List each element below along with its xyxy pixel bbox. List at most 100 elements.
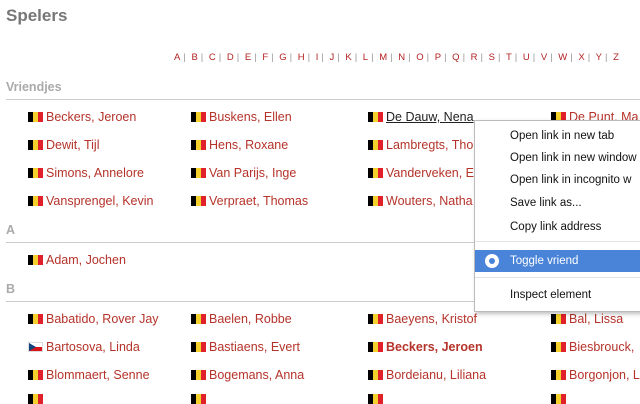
player-link[interactable]: Beckers, Jeroen [28, 110, 136, 124]
player-link[interactable]: Hens, Roxane [191, 138, 288, 152]
player-link[interactable]: Bastiaens, Evert [191, 340, 300, 354]
player-link-partial[interactable] [551, 394, 569, 404]
alpha-l[interactable]: L [363, 52, 368, 63]
belgium-flag-icon [191, 196, 206, 206]
player-link[interactable]: Vansprengel, Kevin [28, 194, 153, 208]
alpha-a[interactable]: A [174, 52, 180, 63]
alpha-x[interactable]: X [578, 52, 584, 63]
belgium-flag-icon [28, 196, 43, 206]
player-link[interactable]: Bal, Lissa [551, 312, 623, 326]
belgium-flag-icon [368, 314, 383, 324]
alpha-y[interactable]: Y [596, 52, 602, 63]
player-link[interactable]: Van Parijs, Inge [191, 166, 296, 180]
alpha-p[interactable]: P [435, 52, 441, 63]
player-link[interactable]: Baeyens, Kristof [368, 312, 477, 326]
belgium-flag-icon [368, 112, 383, 122]
belgium-flag-icon [551, 394, 566, 404]
player-link[interactable]: Bogemans, Anna [191, 368, 304, 382]
alpha-j[interactable]: J [329, 52, 334, 63]
menu-toggle-vriend[interactable]: Toggle vriend [475, 250, 640, 272]
player-link[interactable]: Lambregts, Tho [368, 138, 473, 152]
alpha-i[interactable]: I [316, 52, 319, 63]
alpha-s[interactable]: S [489, 52, 495, 63]
player-link[interactable]: Biesbrouck, [551, 340, 634, 354]
player-link-current[interactable]: Beckers, Jeroen [368, 340, 483, 354]
alpha-z[interactable]: Z [613, 52, 619, 63]
alpha-k[interactable]: K [345, 52, 351, 63]
page-title: Spelers [6, 6, 68, 25]
alpha-n[interactable]: N [398, 52, 405, 63]
menu-open-new-window[interactable]: Open link in new window [475, 147, 640, 169]
belgium-flag-icon [551, 314, 566, 324]
menu-separator [475, 241, 640, 242]
player-link[interactable]: Verpraet, Thomas [191, 194, 308, 208]
alpha-c[interactable]: C [209, 52, 216, 63]
section-title-a: A [6, 223, 16, 237]
player-link[interactable]: Dewit, Tijl [28, 138, 99, 152]
belgium-flag-icon [28, 140, 43, 150]
player-link-selected[interactable]: De Dauw, Nena [368, 110, 474, 124]
belgium-flag-icon [368, 394, 383, 404]
menu-save-link-as[interactable]: Save link as... [475, 192, 640, 214]
belgium-flag-icon [368, 370, 383, 380]
alpha-o[interactable]: O [416, 52, 423, 63]
alpha-r[interactable]: R [471, 52, 478, 63]
alpha-u[interactable]: U [523, 52, 530, 63]
alpha-d[interactable]: D [227, 52, 234, 63]
belgium-flag-icon [191, 112, 206, 122]
menu-inspect-element[interactable]: Inspect element [475, 284, 640, 306]
belgium-flag-icon [368, 196, 383, 206]
belgium-flag-icon [28, 314, 43, 324]
alpha-b[interactable]: B [191, 52, 197, 63]
belgium-flag-icon [28, 370, 43, 380]
belgium-flag-icon [28, 168, 43, 178]
menu-copy-link-address[interactable]: Copy link address [475, 216, 640, 238]
section-divider [6, 99, 640, 100]
belgium-flag-icon [551, 342, 566, 352]
player-link-partial[interactable] [368, 394, 386, 404]
belgium-flag-icon [368, 140, 383, 150]
belgium-flag-icon [28, 112, 43, 122]
player-link[interactable]: Simons, Annelore [28, 166, 144, 180]
belgium-flag-icon [28, 394, 43, 404]
player-link[interactable]: Babatido, Rover Jay [28, 312, 159, 326]
belgium-flag-icon [368, 168, 383, 178]
belgium-flag-icon [191, 140, 206, 150]
belgium-flag-icon [191, 370, 206, 380]
belgium-flag-icon [191, 314, 206, 324]
alpha-h[interactable]: H [298, 52, 305, 63]
alphabet-nav: A | B | C | D | E | F | G | H | I | J | K | L | M | N… [174, 52, 619, 63]
belgium-flag-icon [191, 394, 206, 404]
section-title-b: B [6, 282, 16, 296]
alpha-e[interactable]: E [245, 52, 251, 63]
player-link[interactable]: Bordeianu, Liliana [368, 368, 486, 382]
player-link[interactable]: Buskens, Ellen [191, 110, 292, 124]
player-link-partial[interactable] [28, 394, 46, 404]
player-link[interactable]: Bartosova, Linda [28, 340, 140, 354]
player-link[interactable]: Vanderveken, E [368, 166, 474, 180]
alpha-t[interactable]: T [506, 52, 512, 63]
belgium-flag-icon [191, 168, 206, 178]
extension-icon [485, 254, 499, 268]
player-link[interactable]: Baelen, Robbe [191, 312, 292, 326]
player-link[interactable]: Blommaert, Senne [28, 368, 150, 382]
menu-open-new-tab[interactable]: Open link in new tab [475, 125, 640, 147]
alpha-f[interactable]: F [262, 52, 268, 63]
player-link-partial[interactable] [191, 394, 209, 404]
alpha-w[interactable]: W [558, 52, 567, 63]
belgium-flag-icon [551, 370, 566, 380]
czech-flag-icon [28, 342, 43, 352]
menu-separator [475, 277, 640, 278]
belgium-flag-icon [191, 342, 206, 352]
player-link[interactable]: Adam, Jochen [28, 253, 126, 267]
alpha-g[interactable]: G [279, 52, 286, 63]
context-menu: Open link in new tab Open link in new wi… [474, 120, 640, 312]
belgium-flag-icon [28, 255, 43, 265]
alpha-v[interactable]: V [541, 52, 547, 63]
alpha-m[interactable]: M [379, 52, 387, 63]
menu-open-incognito[interactable]: Open link in incognito w [475, 169, 640, 191]
belgium-flag-icon [368, 342, 383, 352]
player-link[interactable]: Wouters, Natha [368, 194, 473, 208]
alpha-q[interactable]: Q [452, 52, 459, 63]
player-link[interactable]: Borgonjon, L [551, 368, 640, 382]
